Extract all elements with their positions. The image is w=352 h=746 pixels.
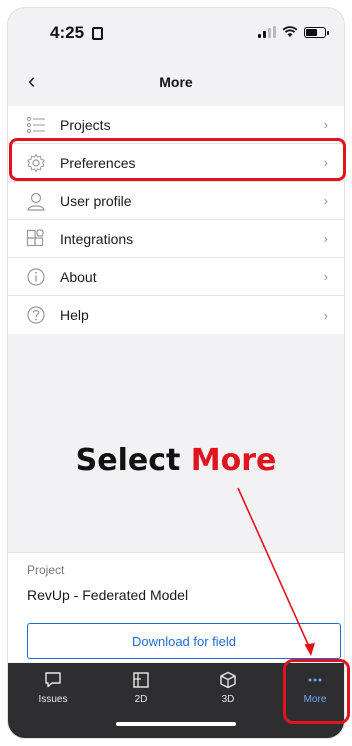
status-bar: 4:25 (8, 8, 344, 60)
menu-item-projects[interactable]: Projects › (8, 106, 344, 144)
menu-item-help[interactable]: Help › (8, 296, 344, 334)
menu-item-user-profile[interactable]: User profile › (8, 182, 344, 220)
download-for-field-button[interactable]: Download for field (27, 623, 341, 659)
wifi-icon (282, 26, 298, 37)
nav-header: ‹ More (8, 60, 344, 106)
chevron-right-icon: › (323, 155, 328, 170)
instruction-annotation: Select More (0, 443, 352, 478)
tab-label: More (303, 694, 327, 705)
menu-item-label: Help (60, 307, 89, 323)
sheet-2d-icon (132, 669, 150, 691)
tab-3d[interactable]: 3D (193, 669, 263, 705)
menu-item-label: User profile (60, 192, 132, 209)
menu-item-integrations[interactable]: Integrations › (8, 220, 344, 258)
tab-more[interactable]: More (280, 669, 344, 705)
home-indicator (116, 722, 236, 726)
notification-icon (92, 27, 103, 40)
menu-item-about[interactable]: About › (8, 258, 344, 296)
battery-icon (304, 26, 329, 38)
tab-label: 2D (134, 694, 148, 705)
tab-label: 3D (221, 694, 235, 705)
list-icon (26, 115, 46, 135)
more-menu: Projects › Preferences › User profile › … (8, 106, 344, 334)
cube-3d-icon (219, 669, 237, 691)
chevron-right-icon: › (323, 193, 328, 208)
issues-icon (44, 669, 62, 691)
status-indicators (258, 26, 329, 38)
integrations-icon (26, 228, 46, 249)
chevron-right-icon: › (323, 307, 328, 323)
menu-item-label: Projects (60, 116, 111, 133)
more-dots-icon (306, 669, 324, 691)
gear-icon (26, 153, 46, 173)
tab-issues[interactable]: Issues (18, 669, 88, 705)
menu-item-label: About (60, 268, 97, 285)
project-name: RevUp - Federated Model (27, 587, 189, 603)
cellular-signal-icon (258, 26, 276, 38)
menu-item-label: Preferences (60, 154, 136, 171)
help-icon (26, 305, 46, 325)
status-time: 4:25 (50, 23, 85, 42)
menu-item-preferences[interactable]: Preferences › (8, 144, 344, 182)
annotation-accent: More (190, 443, 277, 478)
chevron-right-icon: › (323, 117, 328, 132)
project-panel: Project RevUp - Federated Model Download… (8, 552, 344, 662)
bottom-tab-bar: Issues 2D 3D More (8, 663, 344, 738)
project-caption: Project (27, 563, 65, 577)
chevron-right-icon: › (323, 231, 328, 246)
tab-label: Issues (38, 694, 68, 705)
phone-frame: 4:25 ‹ More Projects › Preferences › Use… (7, 7, 345, 739)
page-title: More (159, 74, 193, 90)
annotation-text: Select (75, 443, 191, 478)
tab-2d[interactable]: 2D (106, 669, 176, 705)
menu-item-label: Integrations (60, 230, 134, 247)
user-icon (26, 191, 46, 211)
chevron-right-icon: › (323, 269, 328, 284)
info-icon (26, 267, 46, 287)
